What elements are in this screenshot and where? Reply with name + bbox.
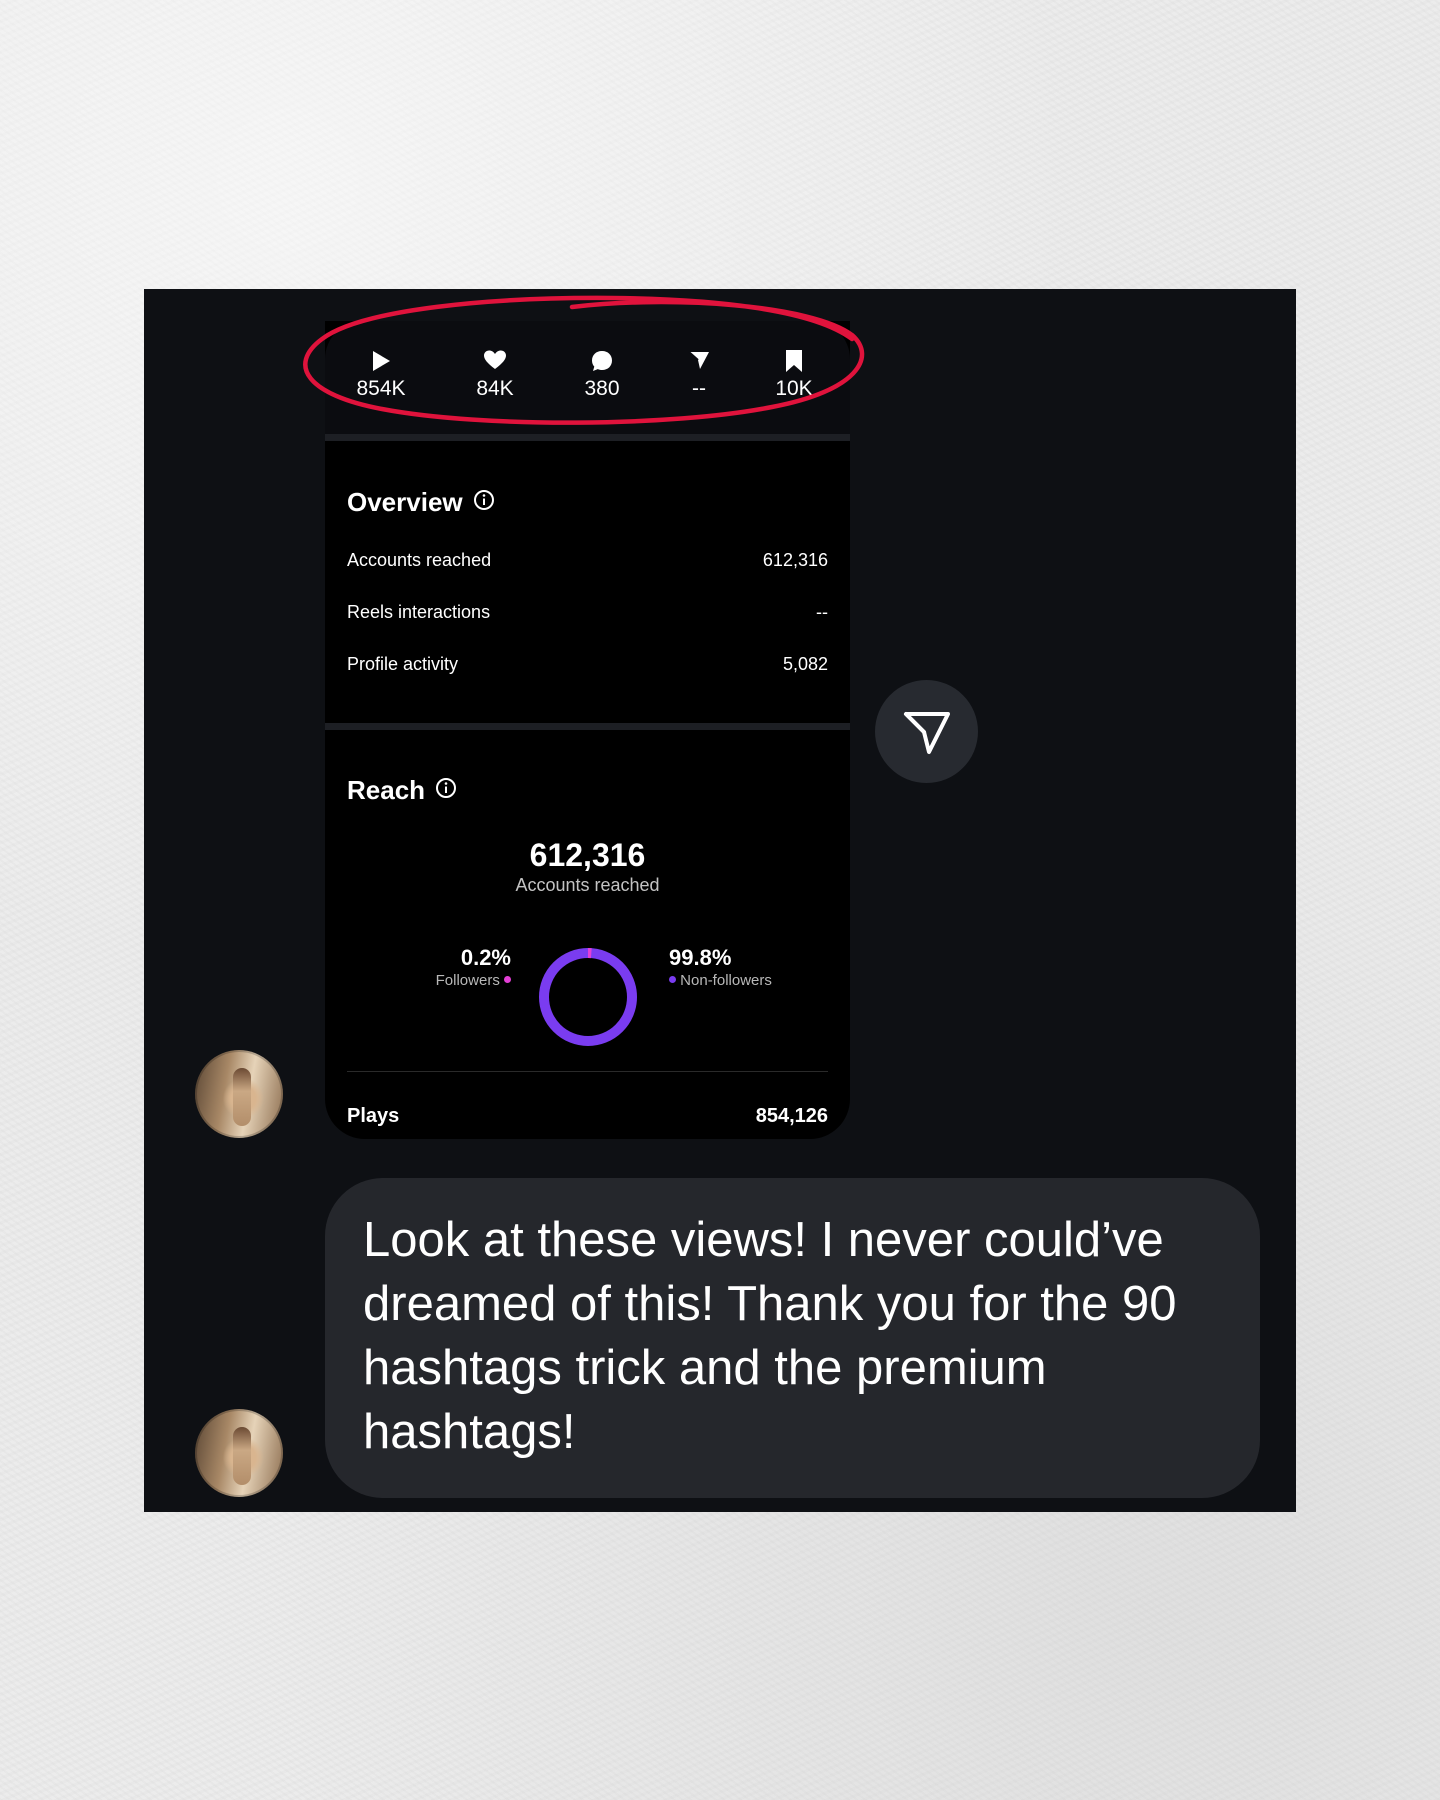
sender-avatar[interactable]	[195, 1050, 283, 1138]
row-value: 612,316	[762, 550, 828, 570]
info-icon[interactable]	[473, 487, 495, 517]
divider	[347, 1071, 828, 1072]
reach-total-label: Accounts reached	[515, 875, 660, 895]
followers-dot	[504, 976, 511, 984]
reach-heading: Reach	[347, 775, 457, 805]
message-bubble[interactable]: Look at these views! I never could’ve dr…	[325, 1178, 1260, 1498]
followers-percent: 0.2%	[460, 945, 511, 970]
nonfollowers-legend: Non-followers	[669, 972, 772, 990]
reach-total: 612,316	[529, 837, 646, 873]
plays-label: Plays	[347, 1105, 400, 1127]
reach-title: Reach	[347, 775, 426, 805]
chat-screenshot-frame: 854K 84K 380 -- 10K Overview Accounts re…	[144, 289, 1296, 1512]
message-text: Look at these views! I never could’ve dr…	[363, 1213, 1177, 1459]
followers-label: Followers	[435, 972, 500, 989]
row-label: Profile activity	[347, 654, 459, 674]
share-button[interactable]	[875, 680, 978, 783]
followers-legend: Followers	[375, 972, 511, 990]
plays-value: 854,126	[755, 1105, 828, 1127]
nonfollowers-arc	[539, 948, 637, 1046]
annotation-circle	[303, 295, 865, 425]
row-value: 5,082	[782, 654, 828, 674]
nonfollowers-percent: 99.8%	[669, 945, 732, 970]
plays-row[interactable]: Plays 854,126	[347, 1104, 828, 1128]
section-divider	[325, 434, 850, 441]
section-divider	[325, 723, 850, 730]
sender-avatar[interactable]	[195, 1409, 283, 1497]
overview-title: Overview	[347, 487, 463, 517]
nonfollowers-dot	[669, 976, 676, 984]
row-value: --	[816, 602, 828, 622]
info-icon[interactable]	[435, 775, 457, 805]
nonfollowers-label: Non-followers	[680, 972, 772, 989]
row-label: Reels interactions	[347, 602, 491, 622]
shared-reel-insights-card[interactable]: 854K 84K 380 -- 10K Overview Accounts re…	[325, 321, 850, 1139]
overview-heading: Overview	[347, 487, 495, 517]
reach-donut-chart	[539, 948, 637, 1046]
row-label: Accounts reached	[347, 550, 492, 570]
send-icon	[904, 712, 950, 754]
